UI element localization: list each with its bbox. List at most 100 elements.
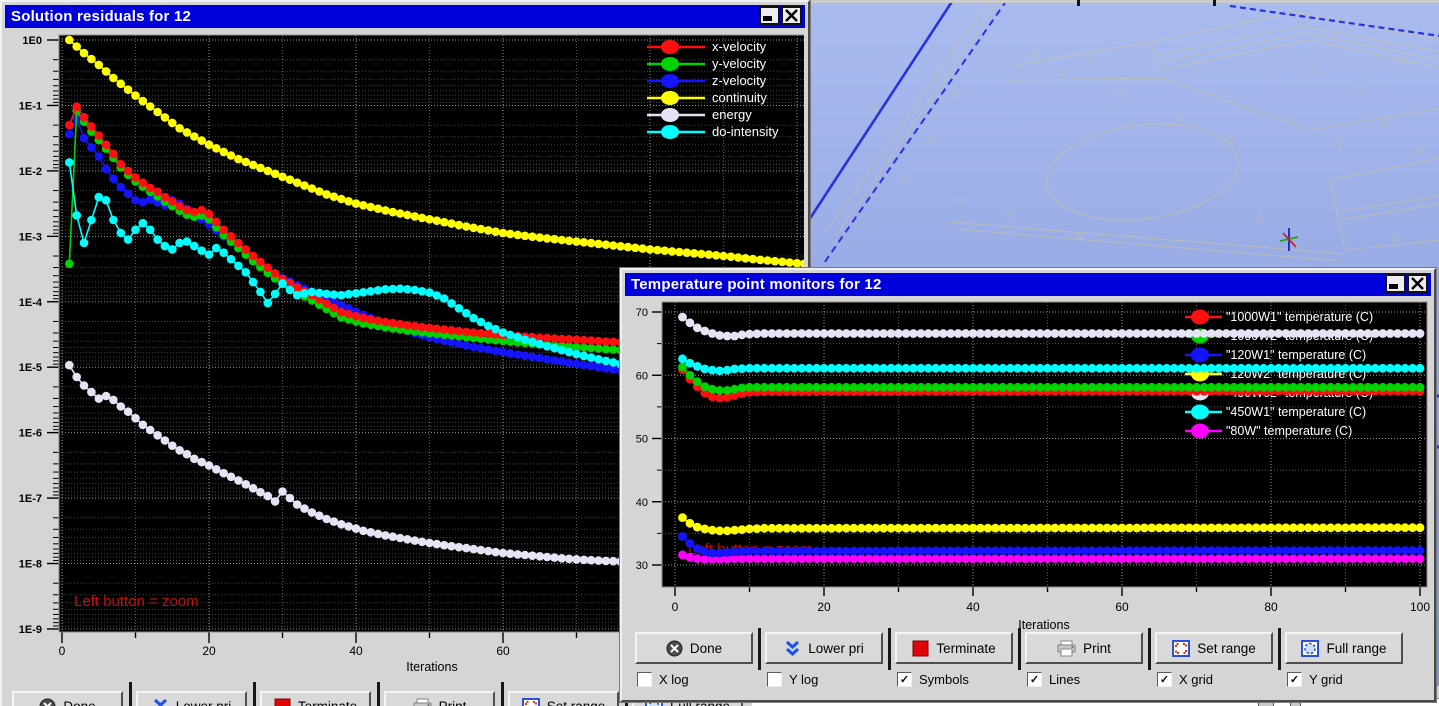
checkbox-box[interactable]: ✓ bbox=[1157, 672, 1172, 687]
svg-text:"1000W1" temperature (C): "1000W1" temperature (C) bbox=[1226, 310, 1373, 324]
y-axis: 3040506070 bbox=[636, 307, 662, 572]
svg-text:Iterations: Iterations bbox=[1018, 618, 1069, 632]
svg-text:0: 0 bbox=[672, 600, 679, 614]
checkbox-box[interactable]: ✓ bbox=[897, 672, 912, 687]
print-button[interactable]: Print bbox=[1025, 632, 1143, 664]
svg-text:"80W" temperature (C): "80W" temperature (C) bbox=[1226, 424, 1352, 438]
svg-text:70: 70 bbox=[636, 307, 648, 319]
svg-text:60: 60 bbox=[496, 644, 510, 658]
button-label: Terminate bbox=[936, 641, 995, 656]
svg-text:40: 40 bbox=[349, 644, 363, 658]
svg-text:1E-7: 1E-7 bbox=[19, 493, 42, 505]
button-separator bbox=[129, 682, 132, 706]
svg-text:30: 30 bbox=[636, 560, 648, 572]
residuals-titlebar[interactable]: Solution residuals for 12 bbox=[5, 5, 805, 28]
checkbox-box[interactable] bbox=[767, 672, 782, 687]
svg-text:z-velocity: z-velocity bbox=[712, 73, 767, 88]
window-title: Solution residuals for 12 bbox=[11, 8, 191, 25]
svg-text:20: 20 bbox=[817, 600, 831, 614]
svg-text:60: 60 bbox=[1115, 600, 1129, 614]
lower-pri-button[interactable]: Lower pri bbox=[136, 691, 247, 706]
symbols-checkbox[interactable]: ✓ Symbols bbox=[897, 672, 969, 687]
minimize-icon bbox=[762, 9, 777, 22]
checkbox-box[interactable] bbox=[637, 672, 652, 687]
minimize-icon bbox=[1388, 277, 1403, 290]
print-icon bbox=[413, 698, 432, 706]
temperature-titlebar[interactable]: Temperature point monitors for 12 bbox=[625, 273, 1431, 296]
window-title: Temperature point monitors for 12 bbox=[631, 276, 882, 293]
svg-text:1E-6: 1E-6 bbox=[19, 428, 42, 440]
set-range-button[interactable]: Set range bbox=[1155, 632, 1273, 664]
x-log-checkbox[interactable]: X log bbox=[637, 672, 689, 687]
checkbox-label: X log bbox=[659, 672, 689, 687]
x-axis: 0 20 40 60 80 100 Iterations bbox=[672, 587, 1430, 632]
button-label: Lower pri bbox=[176, 699, 232, 706]
full-range-button[interactable]: Full range bbox=[1285, 632, 1403, 664]
done-button[interactable]: Done bbox=[635, 632, 753, 664]
svg-text:Iterations: Iterations bbox=[406, 660, 457, 674]
button-label: Terminate bbox=[298, 699, 357, 706]
svg-text:0: 0 bbox=[59, 644, 66, 658]
done-button[interactable]: Done bbox=[12, 691, 123, 706]
lower-pri-icon bbox=[784, 640, 801, 657]
terminate-button[interactable]: Terminate bbox=[260, 691, 371, 706]
set-range-button[interactable]: Set range bbox=[508, 691, 619, 706]
x-grid-checkbox[interactable]: ✓ X grid bbox=[1157, 672, 1213, 687]
svg-text:1E-2: 1E-2 bbox=[19, 166, 42, 178]
checkbox-label: X grid bbox=[1179, 672, 1213, 687]
y-log-checkbox[interactable]: Y log bbox=[767, 672, 818, 687]
svg-text:x-velocity: x-velocity bbox=[712, 39, 767, 54]
button-label: Full range bbox=[1326, 641, 1386, 656]
button-separator bbox=[1018, 628, 1021, 670]
temperature-window: 3040506070020406080100IterationsLeft but… bbox=[620, 268, 1436, 702]
terminate-button[interactable]: Terminate bbox=[895, 632, 1013, 664]
svg-text:continuity: continuity bbox=[712, 90, 767, 105]
checkbox-label: Symbols bbox=[919, 672, 969, 687]
set-range-icon bbox=[1172, 640, 1190, 657]
terminate-icon bbox=[274, 698, 291, 706]
svg-text:60: 60 bbox=[636, 370, 648, 382]
button-separator bbox=[501, 682, 504, 706]
checkbox-label: Y log bbox=[789, 672, 818, 687]
zoom-hint: Left button = zoom bbox=[74, 593, 199, 610]
button-label: Lower pri bbox=[808, 641, 864, 656]
button-separator bbox=[888, 628, 891, 670]
close-button[interactable] bbox=[1407, 274, 1428, 293]
lower-pri-button[interactable]: Lower pri bbox=[765, 632, 883, 664]
svg-text:50: 50 bbox=[636, 434, 648, 446]
button-separator bbox=[1278, 628, 1281, 670]
svg-text:energy: energy bbox=[712, 107, 752, 122]
button-label: Done bbox=[690, 641, 722, 656]
y-axis: 1E01E-11E-21E-31E-41E-51E-61E-71E-81E-9 bbox=[19, 35, 59, 636]
print-button[interactable]: Print bbox=[384, 691, 495, 706]
button-separator bbox=[377, 682, 380, 706]
minimize-button[interactable] bbox=[759, 6, 780, 25]
done-icon bbox=[666, 640, 683, 657]
button-separator bbox=[1148, 628, 1151, 670]
button-separator bbox=[253, 682, 256, 706]
close-icon bbox=[1410, 277, 1425, 290]
checkbox-box[interactable]: ✓ bbox=[1287, 672, 1302, 687]
button-label: Set range bbox=[1197, 641, 1256, 656]
lines-checkbox[interactable]: ✓Lines bbox=[1027, 672, 1080, 687]
close-button[interactable] bbox=[781, 6, 802, 25]
lower-pri-icon bbox=[152, 698, 169, 706]
minimize-button[interactable] bbox=[1385, 274, 1406, 293]
button-separator bbox=[758, 628, 761, 670]
svg-text:1E-3: 1E-3 bbox=[19, 231, 42, 243]
svg-text:1E-1: 1E-1 bbox=[19, 100, 42, 112]
screen: 1E01E-11E-21E-31E-41E-51E-61E-71E-81E-90… bbox=[0, 0, 1439, 706]
svg-text:y-velocity: y-velocity bbox=[712, 56, 767, 71]
y-grid-checkbox[interactable]: ✓Y grid bbox=[1287, 672, 1343, 687]
checkbox-box[interactable]: ✓ bbox=[1027, 672, 1042, 687]
svg-text:40: 40 bbox=[966, 600, 980, 614]
temperature-plot[interactable]: 3040506070020406080100IterationsLeft but… bbox=[622, 270, 1430, 670]
terminate-icon bbox=[912, 640, 929, 657]
button-label: Set range bbox=[547, 699, 606, 706]
close-icon bbox=[784, 9, 799, 22]
svg-text:do-intensity: do-intensity bbox=[712, 124, 779, 139]
svg-text:1E-8: 1E-8 bbox=[19, 559, 42, 571]
print-icon bbox=[1057, 640, 1076, 657]
svg-text:80: 80 bbox=[1264, 600, 1278, 614]
svg-text:100: 100 bbox=[1410, 600, 1430, 614]
